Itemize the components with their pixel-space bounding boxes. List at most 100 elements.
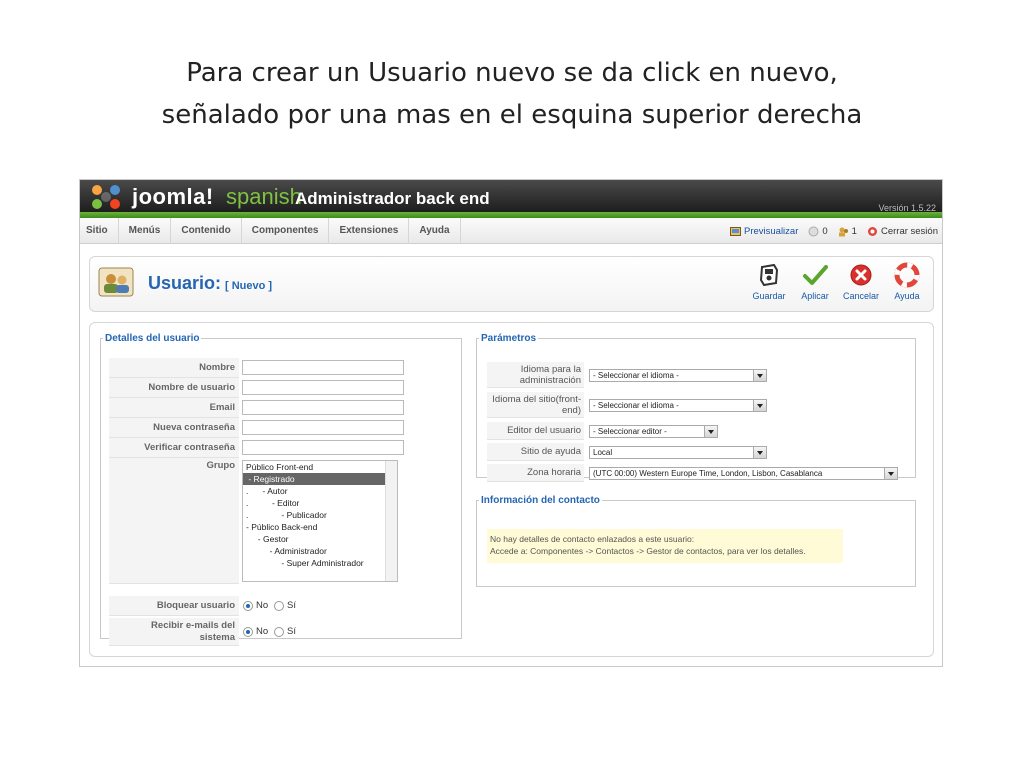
preview-link[interactable]: Previsualizar [729, 225, 799, 237]
email-input[interactable] [242, 400, 404, 415]
block-no-radio[interactable]: No [243, 600, 268, 611]
timezone-label: Zona horaria [487, 464, 584, 482]
apply-label: Aplicar [801, 291, 829, 301]
username-input[interactable] [242, 380, 404, 395]
checkmark-icon [803, 265, 828, 285]
block-yes-radio[interactable]: Sí [274, 600, 296, 611]
help-button[interactable]: Ayuda [885, 262, 929, 301]
help-lifebuoy-icon [894, 262, 920, 288]
page-title-text: Usuario: [148, 273, 222, 293]
editor-label: Editor del usuario [487, 422, 584, 440]
menu-menus[interactable]: Menús [119, 218, 172, 244]
group-option[interactable]: - Público Back-end [243, 521, 397, 533]
toolbar-buttons: Guardar Aplicar Cancelar Ayuda [745, 262, 929, 301]
cancel-label: Cancelar [842, 291, 880, 301]
contact-info-line-2: Accede a: Componentes -> Contactos -> Ge… [490, 546, 806, 556]
admin-language-row: Idioma para la administración - Seleccio… [487, 362, 912, 388]
verify-password-row: Verificar contraseña [109, 438, 459, 458]
new-password-row: Nueva contraseña [109, 418, 459, 438]
users-online[interactable]: 1 [838, 226, 857, 237]
group-option[interactable]: Público Front-end [243, 461, 397, 473]
menu-contenido[interactable]: Contenido [171, 218, 242, 244]
menu-ayuda[interactable]: Ayuda [409, 218, 461, 244]
chevron-down-icon [704, 426, 717, 437]
help-site-label: Sitio de ayuda [487, 443, 584, 461]
status-bar: Previsualizar 0 1 Cerrar sesión [729, 218, 938, 244]
save-button[interactable]: Guardar [747, 262, 791, 301]
editor-select[interactable]: - Seleccionar editor - [589, 425, 718, 438]
help-site-row: Sitio de ayuda Local [487, 443, 912, 461]
block-yes-label: Sí [287, 600, 296, 611]
menu-sitio[interactable]: Sitio [80, 218, 119, 244]
messages-icon [808, 226, 819, 236]
group-label: Grupo [109, 458, 239, 584]
logo-text: joomla! [132, 184, 214, 209]
group-option[interactable]: - Super Administrador [243, 557, 397, 569]
cancel-button[interactable]: Cancelar [839, 262, 883, 301]
site-language-label: Idioma del sitio(front-end) [487, 392, 584, 418]
email-row: Email [109, 398, 459, 418]
group-option[interactable]: - Administrador [243, 545, 397, 557]
contact-info-message: No hay detalles de contacto enlazados a … [487, 529, 843, 563]
chevron-down-icon [753, 400, 766, 411]
radio-unselected-icon [274, 600, 284, 611]
page-title: Usuario:[ Nuevo ] [148, 273, 272, 294]
name-input[interactable] [242, 360, 404, 375]
verify-password-label: Verificar contraseña [109, 438, 239, 458]
parameters-fieldset: Parámetros Idioma para la administración… [476, 333, 916, 482]
block-user-row: Bloquear usuario No Sí [109, 596, 459, 616]
logout-link[interactable]: Cerrar sesión [867, 226, 938, 237]
site-language-row: Idioma del sitio(front-end) - Selecciona… [487, 392, 912, 418]
admin-language-value: - Seleccionar el idioma - [593, 371, 679, 380]
verify-password-input[interactable] [242, 440, 404, 455]
group-option[interactable]: . - Autor [243, 485, 397, 497]
menu-extensiones[interactable]: Extensiones [329, 218, 410, 244]
help-site-value: Local [593, 448, 613, 457]
user-details-fieldset: Detalles del usuario Nombre Nombre de us… [100, 333, 462, 646]
admin-header: joomla! spanish Administrador back end V… [80, 180, 942, 218]
slide-title-line-2: señalado por una mas en el esquina super… [161, 100, 863, 130]
menu-componentes[interactable]: Componentes [242, 218, 330, 244]
group-option-selected[interactable]: - Registrado [243, 473, 397, 485]
admin-language-select[interactable]: - Seleccionar el idioma - [589, 369, 767, 382]
system-email-label: Recibir e-mails del sistema [109, 618, 239, 646]
radio-selected-icon [243, 626, 253, 637]
preview-icon [729, 226, 741, 236]
help-site-select[interactable]: Local [589, 446, 767, 459]
system-email-no-radio[interactable]: No [243, 626, 268, 637]
messages-count[interactable]: 0 [808, 225, 828, 237]
timezone-select[interactable]: (UTC 00:00) Western Europe Time, London,… [589, 467, 898, 480]
preview-label: Previsualizar [743, 225, 799, 237]
new-password-input[interactable] [242, 420, 404, 435]
help-label: Ayuda [894, 291, 920, 301]
system-email-no-label: No [256, 626, 269, 637]
group-listbox[interactable]: Público Front-end - Registrado . - Autor… [242, 460, 398, 582]
save-icon [759, 263, 779, 287]
group-option[interactable]: - Gestor [243, 533, 397, 545]
group-listbox-scrollbar[interactable] [385, 461, 397, 581]
contact-info-legend: Información del contacto [481, 495, 600, 506]
admin-header-title: Administrador back end [295, 189, 490, 208]
username-row: Nombre de usuario [109, 378, 459, 398]
group-option[interactable]: . - Editor [243, 497, 397, 509]
page-toolbar: Usuario:[ Nuevo ] Guardar Aplicar Cancel… [89, 256, 934, 312]
email-label: Email [109, 398, 239, 418]
contact-info-line-1: No hay detalles de contacto enlazados a … [490, 534, 695, 544]
block-user-label: Bloquear usuario [109, 596, 239, 616]
joomla-logo-icon [92, 185, 120, 209]
site-language-select[interactable]: - Seleccionar el idioma - [589, 399, 767, 412]
group-option[interactable]: . - Publicador [243, 509, 397, 521]
timezone-row: Zona horaria (UTC 00:00) Western Europe … [487, 464, 912, 482]
block-no-label: No [256, 600, 269, 611]
messages-count-value: 0 [822, 225, 828, 237]
apply-button[interactable]: Aplicar [793, 262, 837, 301]
editor-value: - Seleccionar editor - [593, 427, 667, 436]
content-panel: Detalles del usuario Nombre Nombre de us… [89, 322, 934, 657]
system-email-row: Recibir e-mails del sistema No Sí [109, 618, 459, 646]
system-email-label-line-2: sistema [199, 632, 235, 643]
site-language-value: - Seleccionar el idioma - [593, 401, 679, 410]
slide-title: Para crear un Usuario nuevo se da click … [0, 52, 1024, 136]
slide-title-line-1: Para crear un Usuario nuevo se da click … [186, 58, 838, 88]
system-email-yes-label: Sí [287, 626, 296, 637]
system-email-yes-radio[interactable]: Sí [274, 626, 296, 637]
